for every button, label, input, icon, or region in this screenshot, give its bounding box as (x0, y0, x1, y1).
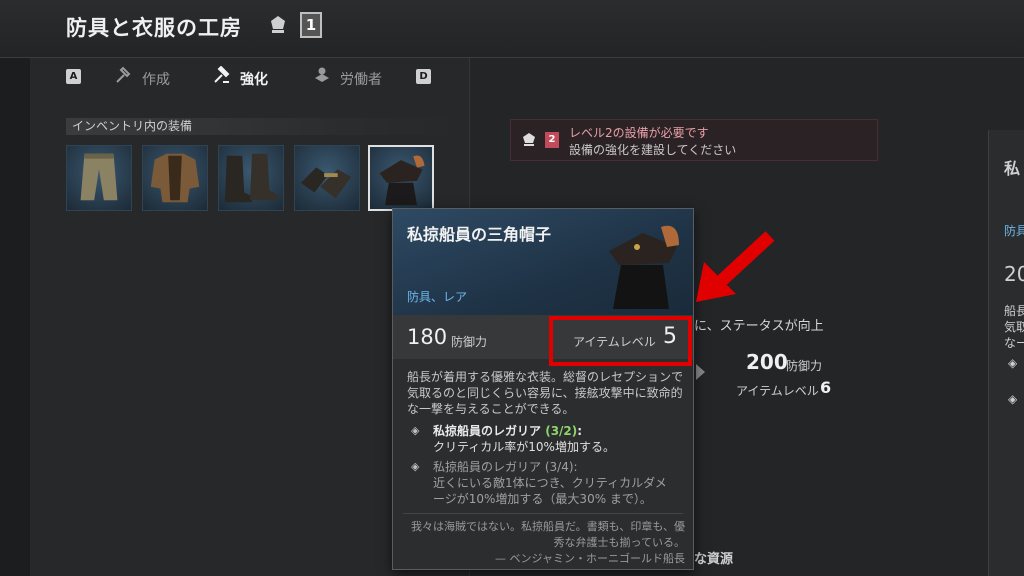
next-defense-unit: 防御力 (786, 359, 823, 373)
tab-workers-label: 労働者 (340, 72, 382, 88)
comparison-value: 20 (1004, 262, 1024, 286)
item-tooltip: 私掠船員の三角帽子 防具、レア 180 防御力 アイテムレベル 5 船長が着用す… (392, 208, 694, 570)
workshop-icon (268, 13, 288, 35)
requirement-warning: 2 レベル2の設備が必要です 設備の強化を建設してください (510, 119, 878, 161)
required-level-badge: 2 (545, 132, 559, 148)
divider (403, 513, 683, 514)
worker-icon (312, 66, 332, 88)
set-bonus-2-colon: : (573, 460, 578, 474)
diamond-bullet-icon: ◈ (1008, 392, 1018, 406)
comparison-title: 私 (1004, 159, 1021, 178)
set-bonus-2: ◈ 私掠船員のレガリア (3/4): 近くにいる敵1体につき、クリティカルダメー… (411, 459, 681, 507)
set-bonus-1-desc: クリティカル率が10%増加する。 (433, 440, 615, 454)
craft-icon (114, 66, 134, 88)
workshop-icon (521, 131, 537, 151)
next-item-level-label: アイテムレベル (736, 384, 819, 398)
tricorn-hat-icon (379, 155, 425, 206)
quote-author: — ベンジャミン・ホーニゴールド船長 (495, 552, 685, 565)
inventory-slot-hat[interactable] (368, 145, 434, 211)
comparison-desc-2: 気取 (1004, 320, 1024, 334)
tab-workers[interactable]: 労働者 (312, 66, 382, 88)
stat-up-text: に、ステータスが向上 (694, 319, 824, 334)
quote-text: 我々は海賊ではない。私掠船員だ。書類も、印章も、優秀な弁護士も揃っている。 (410, 520, 685, 549)
requirement-line2: 設備の強化を建設してください (569, 143, 737, 157)
pants-icon (80, 153, 118, 201)
item-flavor-quote: 我々は海賊ではない。私掠船員だ。書類も、印章も、優秀な弁護士も揃っている。 — … (403, 519, 685, 567)
tricorn-hat-icon (609, 225, 679, 309)
annotation-highlight-box (549, 316, 692, 366)
key-hint-a: A (66, 69, 81, 84)
tab-craft-label: 作成 (142, 72, 170, 88)
comparison-card (988, 130, 1024, 576)
inventory-slot-gloves[interactable] (294, 145, 360, 211)
inventory-section-label: インベントリ内の装備 (66, 118, 466, 135)
inventory-slot-boots[interactable] (218, 145, 284, 211)
comparison-desc-3: なー (1004, 336, 1024, 350)
requirement-line1: レベル2の設備が必要です (569, 126, 709, 140)
diamond-bullet-icon: ◈ (411, 424, 420, 437)
diamond-bullet-icon: ◈ (411, 460, 420, 473)
inventory-slot-pants[interactable] (66, 145, 132, 211)
item-type: 防具、レア (407, 290, 468, 304)
comparison-type: 防具 (1004, 224, 1024, 238)
boots-icon (224, 153, 278, 203)
inventory-slot-shirt[interactable] (142, 145, 208, 211)
workshop-level-badge: 1 (300, 12, 322, 38)
title-bar: 防具と衣服の工房 1 (0, 0, 1024, 58)
set-bonus-1-name: 私掠船員のレガリア (433, 424, 542, 438)
item-description: 船長が着用する優雅な衣装。総督のレセプションで気取るのと同じくらい容易に、接舷攻… (407, 370, 684, 416)
tab-upgrade[interactable]: 強化 (212, 65, 268, 88)
set-bonus-1-colon: : (577, 424, 583, 438)
gloves-icon (300, 167, 352, 199)
next-item-level-value: 6 (820, 378, 832, 397)
annotation-arrow-icon (696, 231, 775, 302)
key-hint-d: D (416, 69, 431, 84)
tab-upgrade-label: 強化 (240, 72, 268, 88)
required-resources-label: な資源 (694, 552, 734, 567)
set-bonus-2-desc: 近くにいる敵1体につき、クリティカルダメージが10%増加する（最大30% まで）… (433, 476, 667, 506)
set-bonus-2-name: 私掠船員のレガリア (433, 460, 542, 474)
upgrade-hammer-icon (212, 65, 232, 88)
item-name: 私掠船員の三角帽子 (407, 225, 552, 244)
set-bonus-1-count: (3/2) (545, 424, 578, 438)
defense-unit: 防御力 (451, 335, 488, 349)
page-title: 防具と衣服の工房 (66, 16, 242, 40)
diamond-bullet-icon: ◈ (1008, 356, 1018, 370)
set-bonus-1: ◈ 私掠船員のレガリア (3/2): クリティカル率が10%増加する。 (411, 423, 681, 455)
next-defense-value: 200 (746, 350, 788, 374)
shirt-icon (150, 153, 200, 203)
tab-craft[interactable]: 作成 (114, 66, 170, 88)
defense-value: 180 (407, 325, 448, 349)
set-bonus-2-count: (3/4) (544, 460, 574, 474)
comparison-desc-1: 船長 (1004, 304, 1024, 318)
tooltip-header: 私掠船員の三角帽子 防具、レア (393, 209, 693, 315)
arrow-right-icon (696, 364, 705, 380)
